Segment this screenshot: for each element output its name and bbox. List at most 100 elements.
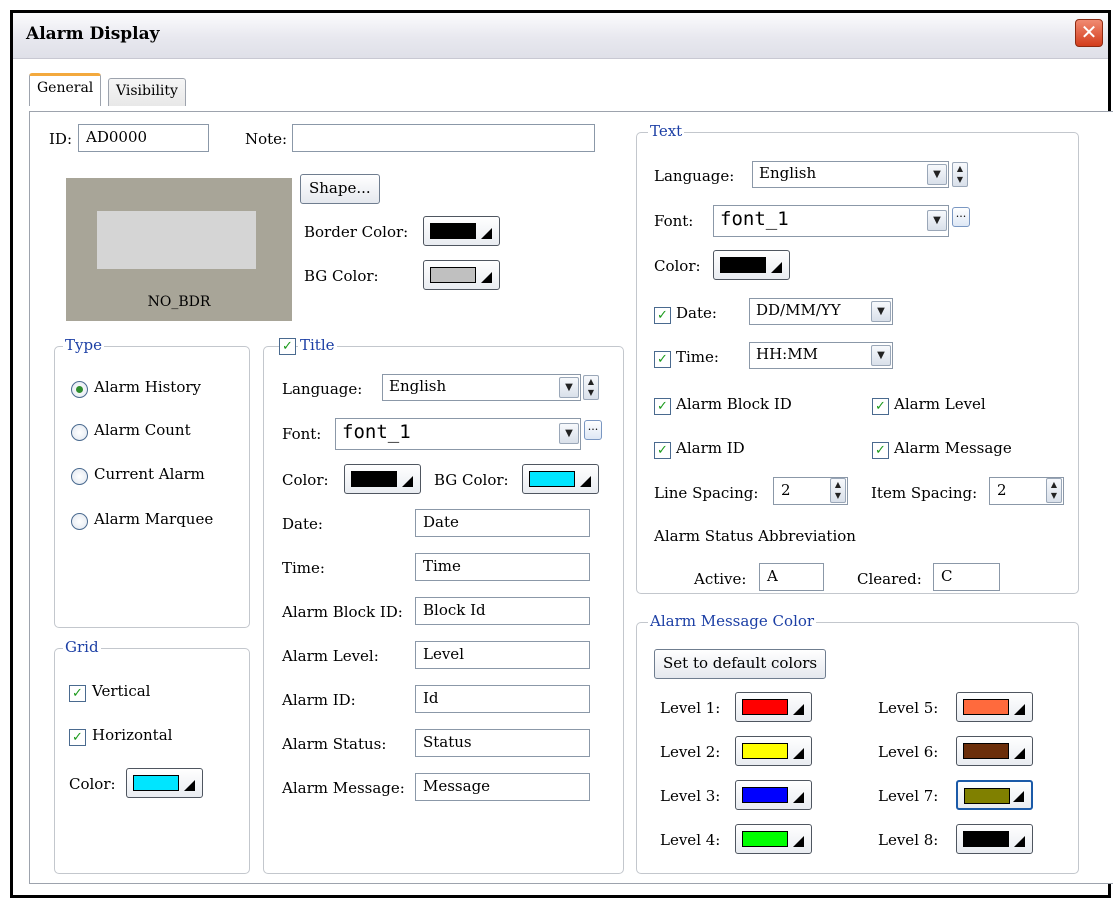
grid-group-label: Grid — [63, 638, 101, 656]
level-8-color-button[interactable] — [956, 824, 1033, 854]
tab-general[interactable]: General — [29, 73, 102, 106]
title-font-label: Font: — [282, 425, 322, 443]
set-default-colors-button[interactable]: Set to default colors — [654, 649, 827, 679]
shape-button[interactable]: Shape... — [300, 174, 380, 204]
title-date-label: Date: — [282, 515, 323, 533]
radio-alarm-marquee[interactable] — [71, 513, 88, 530]
title-block-id-label: Alarm Block ID: — [282, 603, 403, 621]
dropdown-arrow-icon — [793, 836, 804, 847]
text-color-label: Color: — [654, 257, 701, 275]
text-color-swatch — [720, 257, 766, 273]
dropdown-arrow-icon — [793, 748, 804, 759]
vertical-label: Vertical — [92, 682, 151, 700]
note-field[interactable] — [292, 124, 595, 152]
text-language-select[interactable]: English ▼ — [752, 161, 949, 188]
level-2-color-button[interactable] — [735, 736, 812, 766]
vertical-checkbox[interactable]: ✓ — [69, 685, 86, 702]
active-field[interactable]: A — [759, 563, 824, 591]
chevron-down-icon: ▼ — [927, 164, 947, 185]
title-color-swatch — [351, 471, 397, 487]
text-language-value: English — [759, 164, 817, 182]
text-language-spinner[interactable]: ▲ ▼ — [952, 162, 968, 187]
title-alarm-id-field[interactable]: Id — [415, 685, 590, 713]
close-icon[interactable]: ✕ — [1075, 19, 1103, 47]
item-spacing-label: Item Spacing: — [871, 484, 978, 502]
status-abbreviation-label: Alarm Status Abbreviation — [654, 527, 856, 545]
date-checkbox[interactable]: ✓ — [654, 307, 671, 324]
dropdown-arrow-icon — [184, 780, 195, 791]
dropdown-arrow-icon — [771, 262, 782, 273]
border-color-swatch — [430, 223, 476, 239]
title-language-value: English — [389, 377, 447, 395]
border-color-button[interactable] — [423, 216, 500, 246]
level-5-swatch — [963, 699, 1009, 715]
level-5-color-button[interactable] — [956, 692, 1033, 722]
text-group-label: Text — [648, 122, 685, 140]
grid-color-button[interactable] — [126, 768, 203, 798]
note-label: Note: — [245, 130, 288, 148]
dropdown-arrow-icon — [580, 476, 591, 487]
text-font-select[interactable]: font_1 ▼ — [713, 205, 949, 237]
title-language-spinner[interactable]: ▲ ▼ — [583, 375, 599, 400]
radio-alarm-history[interactable] — [71, 381, 88, 398]
dropdown-arrow-icon — [793, 704, 804, 715]
item-spacing-spinner[interactable]: ▲ ▼ — [1046, 478, 1062, 503]
radio-label: Alarm Marquee — [94, 510, 214, 528]
date-format-select[interactable]: DD/MM/YY ▼ — [749, 298, 893, 325]
text-font-value: font_1 — [720, 208, 789, 230]
text-font-label: Font: — [654, 212, 694, 230]
level-3-color-button[interactable] — [735, 780, 812, 810]
title-date-field[interactable]: Date — [415, 509, 590, 537]
level-1-color-button[interactable] — [735, 692, 812, 722]
title-language-label: Language: — [282, 380, 363, 398]
alarm-id-label: Alarm ID — [676, 439, 745, 457]
title-level-label: Alarm Level: — [282, 647, 379, 665]
time-format-select[interactable]: HH:MM ▼ — [749, 342, 893, 369]
title-checkbox[interactable]: ✓ — [279, 338, 296, 355]
radio-current-alarm[interactable] — [71, 468, 88, 485]
text-font-browse-button[interactable]: ... — [952, 207, 970, 227]
alarm-block-id-checkbox[interactable]: ✓ — [654, 398, 671, 415]
alarm-message-checkbox[interactable]: ✓ — [872, 442, 889, 459]
title-bg-color-button[interactable] — [522, 464, 599, 494]
window-title: Alarm Display — [26, 24, 160, 44]
time-checkbox[interactable]: ✓ — [654, 351, 671, 368]
title-font-browse-button[interactable]: ... — [584, 420, 602, 440]
alarm-id-checkbox[interactable]: ✓ — [654, 442, 671, 459]
title-font-select[interactable]: font_1 ▼ — [335, 418, 581, 450]
bg-color-button[interactable] — [423, 260, 500, 290]
title-time-field[interactable]: Time — [415, 553, 590, 581]
date-format-value: DD/MM/YY — [756, 301, 841, 319]
level-2-swatch — [742, 743, 788, 759]
chevron-down-icon: ▼ — [559, 377, 579, 398]
level-7-color-button[interactable] — [956, 780, 1033, 810]
text-language-label: Language: — [654, 167, 735, 185]
title-bar: Alarm Display ✕ — [13, 13, 1108, 59]
title-block-id-field[interactable]: Block Id — [415, 597, 590, 625]
title-level-field[interactable]: Level — [415, 641, 590, 669]
title-message-field[interactable]: Message — [415, 773, 590, 801]
title-language-select[interactable]: English ▼ — [382, 374, 581, 401]
alarm-level-checkbox[interactable]: ✓ — [872, 398, 889, 415]
level-1-swatch — [742, 699, 788, 715]
cleared-field[interactable]: C — [933, 563, 1000, 591]
dropdown-arrow-icon — [1014, 748, 1025, 759]
general-panel: ID: AD0000 Note: NO_BDR Shape... Border … — [29, 111, 1113, 884]
grid-color-label: Color: — [69, 775, 116, 793]
id-field[interactable]: AD0000 — [78, 124, 209, 152]
level-5-label: Level 5: — [878, 699, 939, 717]
tab-visibility[interactable]: Visibility — [108, 78, 186, 106]
radio-alarm-count[interactable] — [71, 424, 88, 441]
horizontal-checkbox[interactable]: ✓ — [69, 729, 86, 746]
text-color-button[interactable] — [713, 250, 790, 280]
title-status-field[interactable]: Status — [415, 729, 590, 757]
level-1-label: Level 1: — [660, 699, 721, 717]
title-alarm-id-label: Alarm ID: — [282, 691, 356, 709]
level-4-color-button[interactable] — [735, 824, 812, 854]
type-group-label: Type — [63, 336, 104, 354]
line-spacing-spinner[interactable]: ▲ ▼ — [830, 478, 846, 503]
level-6-color-button[interactable] — [956, 736, 1033, 766]
preview-caption: NO_BDR — [147, 294, 211, 310]
dropdown-arrow-icon — [1013, 791, 1024, 802]
title-color-button[interactable] — [344, 464, 421, 494]
